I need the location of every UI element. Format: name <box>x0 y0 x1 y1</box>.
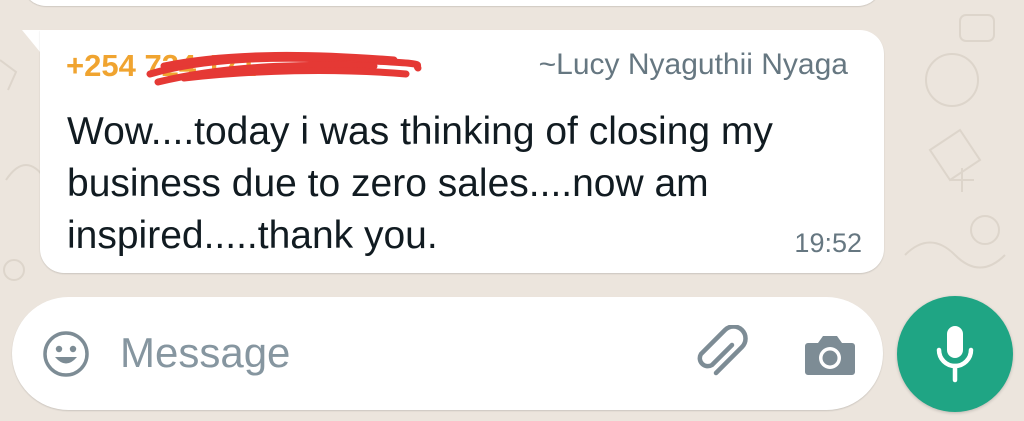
bubble-tail <box>22 30 40 52</box>
previous-message-bubble <box>22 0 882 6</box>
message-timestamp: 19:52 <box>794 228 862 258</box>
message-input[interactable] <box>120 322 660 384</box>
message-composer <box>12 297 883 410</box>
mic-button[interactable] <box>897 296 1013 412</box>
message-bubble[interactable]: +254 724 171 ~Lucy Nyaguthii Nyaga Wow..… <box>40 30 884 273</box>
message-text: Wow....today i was thinking of closing m… <box>67 110 773 257</box>
redaction-scribble <box>146 51 422 86</box>
sender-name: ~Lucy Nyaguthii Nyaga <box>538 48 848 81</box>
mic-icon <box>936 326 974 383</box>
paperclip-icon[interactable] <box>692 325 750 383</box>
emoji-icon[interactable] <box>42 330 90 378</box>
camera-icon[interactable] <box>804 331 856 377</box>
